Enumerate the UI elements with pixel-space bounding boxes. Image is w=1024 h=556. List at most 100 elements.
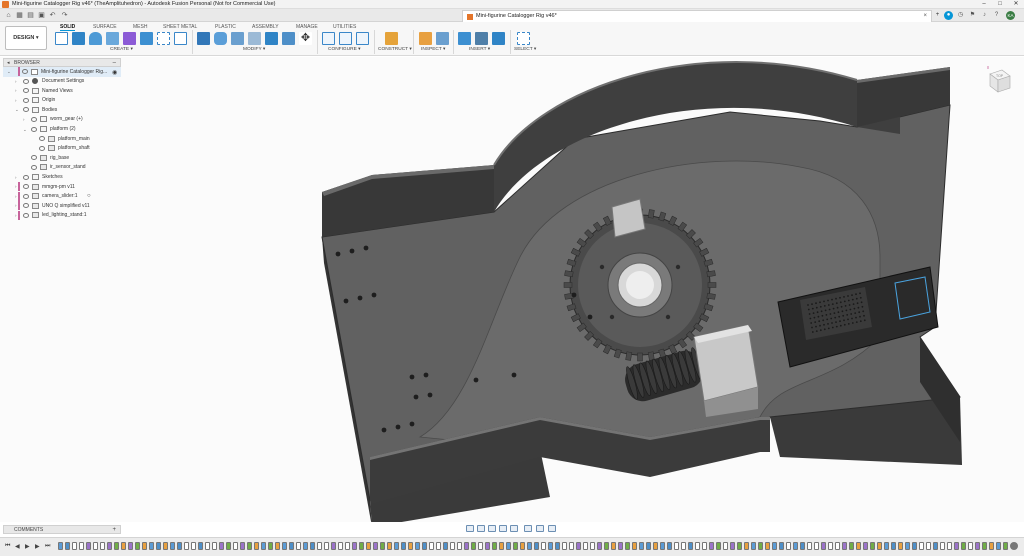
timeline-end-button[interactable]: ⏭: [45, 543, 50, 550]
timeline-feature[interactable]: [422, 542, 427, 550]
browser-item[interactable]: › worm_gear (+): [3, 115, 121, 125]
timeline-feature[interactable]: [576, 542, 581, 550]
timeline-feature[interactable]: [527, 542, 532, 550]
section-analysis-icon[interactable]: [436, 32, 449, 45]
timeline-feature[interactable]: [898, 542, 903, 550]
timeline-feature[interactable]: [65, 542, 70, 550]
timeline-settings-icon[interactable]: [1010, 542, 1018, 550]
expand-arrow-icon[interactable]: ›: [15, 184, 17, 189]
revolve-icon[interactable]: [89, 32, 102, 45]
activate-radio-icon[interactable]: ◉: [112, 69, 117, 76]
browser-root-item[interactable]: ⌄ Mini-figurine Catalogger Rig... ◉: [3, 67, 121, 77]
timeline-feature[interactable]: [968, 542, 973, 550]
timeline-feature[interactable]: [933, 542, 938, 550]
file-menu-icon[interactable]: ▤: [26, 11, 35, 20]
timeline-feature[interactable]: [415, 542, 420, 550]
combine-icon[interactable]: [265, 32, 278, 45]
timeline-play-button[interactable]: ▶: [25, 543, 30, 550]
configure-rule-icon[interactable]: [339, 32, 352, 45]
browser-item[interactable]: › Document Settings: [3, 77, 121, 87]
timeline-feature[interactable]: [597, 542, 602, 550]
timeline-track[interactable]: [58, 542, 1008, 552]
timeline-feature[interactable]: [93, 542, 98, 550]
browser-item[interactable]: platform_main: [3, 134, 121, 144]
timeline-feature[interactable]: [835, 542, 840, 550]
insert-decal-icon[interactable]: [475, 32, 488, 45]
timeline-feature[interactable]: [884, 542, 889, 550]
timeline-feature[interactable]: [296, 542, 301, 550]
browser-item[interactable]: platform_shaft: [3, 144, 121, 154]
timeline-feature[interactable]: [485, 542, 490, 550]
timeline-feature[interactable]: [443, 542, 448, 550]
timeline-feature[interactable]: [590, 542, 595, 550]
timeline-feature[interactable]: [940, 542, 945, 550]
home-icon[interactable]: ⌂: [4, 11, 13, 20]
timeline-feature[interactable]: [275, 542, 280, 550]
timeline-feature[interactable]: [765, 542, 770, 550]
zoom-icon[interactable]: [499, 525, 507, 532]
view-cube[interactable]: TOP: [984, 66, 1014, 96]
mirror-icon[interactable]: [174, 32, 187, 45]
expand-arrow-icon[interactable]: ›: [15, 194, 17, 199]
visibility-eye-icon[interactable]: [23, 88, 29, 94]
timeline-feature[interactable]: [716, 542, 721, 550]
visibility-eye-icon[interactable]: [22, 69, 28, 74]
tab-assembly[interactable]: ASSEMBLY: [252, 24, 279, 30]
visibility-eye-icon[interactable]: [23, 212, 29, 218]
browser-item[interactable]: › Origin: [3, 96, 121, 106]
timeline-feature[interactable]: [331, 542, 336, 550]
timeline-feature[interactable]: [394, 542, 399, 550]
add-comment-icon[interactable]: +: [112, 526, 116, 534]
timeline-feature[interactable]: [478, 542, 483, 550]
timeline-feature[interactable]: [905, 542, 910, 550]
timeline-feature[interactable]: [142, 542, 147, 550]
timeline-feature[interactable]: [184, 542, 189, 550]
timeline-feature[interactable]: [450, 542, 455, 550]
timeline-feature[interactable]: [219, 542, 224, 550]
configure-theme-icon[interactable]: [356, 32, 369, 45]
timeline-feature[interactable]: [702, 542, 707, 550]
notifications-icon[interactable]: ⚑: [968, 11, 977, 20]
visibility-eye-icon[interactable]: [23, 78, 29, 84]
tab-plastic[interactable]: PLASTIC: [215, 24, 236, 30]
timeline-feature[interactable]: [695, 542, 700, 550]
timeline-feature[interactable]: [149, 542, 154, 550]
timeline-feature[interactable]: [793, 542, 798, 550]
timeline-feature[interactable]: [562, 542, 567, 550]
browser-item[interactable]: › mmgm-pm v11: [3, 182, 121, 192]
browser-item[interactable]: ⌄ Bodies: [3, 105, 121, 115]
configure-table-icon[interactable]: [322, 32, 335, 45]
timeline-feature[interactable]: [156, 542, 161, 550]
timeline-feature[interactable]: [72, 542, 77, 550]
timeline-feature[interactable]: [821, 542, 826, 550]
expand-arrow-icon[interactable]: ›: [15, 79, 17, 84]
timeline-feature[interactable]: [688, 542, 693, 550]
timeline-prev-button[interactable]: ◀: [15, 543, 20, 550]
expand-arrow-icon[interactable]: ›: [15, 98, 17, 103]
timeline-feature[interactable]: [513, 542, 518, 550]
timeline-feature[interactable]: [856, 542, 861, 550]
timeline-feature[interactable]: [989, 542, 994, 550]
timeline-feature[interactable]: [779, 542, 784, 550]
browser-item[interactable]: ⌄ platform (2): [3, 125, 121, 135]
timeline-feature[interactable]: [499, 542, 504, 550]
timeline-feature[interactable]: [975, 542, 980, 550]
timeline-feature[interactable]: [982, 542, 987, 550]
timeline-feature[interactable]: [170, 542, 175, 550]
rib-icon[interactable]: [140, 32, 153, 45]
timeline-feature[interactable]: [653, 542, 658, 550]
save-icon[interactable]: ▣: [37, 11, 46, 20]
chamfer-icon[interactable]: [231, 32, 244, 45]
visibility-eye-icon[interactable]: [23, 107, 29, 113]
group-insert[interactable]: INSERT ▾: [469, 47, 490, 52]
extrude-icon[interactable]: [72, 32, 85, 45]
orbit-icon[interactable]: [466, 525, 474, 532]
timeline-feature[interactable]: [268, 542, 273, 550]
timeline-feature[interactable]: [744, 542, 749, 550]
insert-derive-icon[interactable]: [458, 32, 471, 45]
move-icon[interactable]: ✥: [299, 32, 312, 45]
tab-surface[interactable]: SURFACE: [93, 24, 117, 30]
workspace-switcher-button[interactable]: DESIGN ▾: [5, 26, 47, 50]
timeline-feature[interactable]: [842, 542, 847, 550]
timeline-feature[interactable]: [583, 542, 588, 550]
